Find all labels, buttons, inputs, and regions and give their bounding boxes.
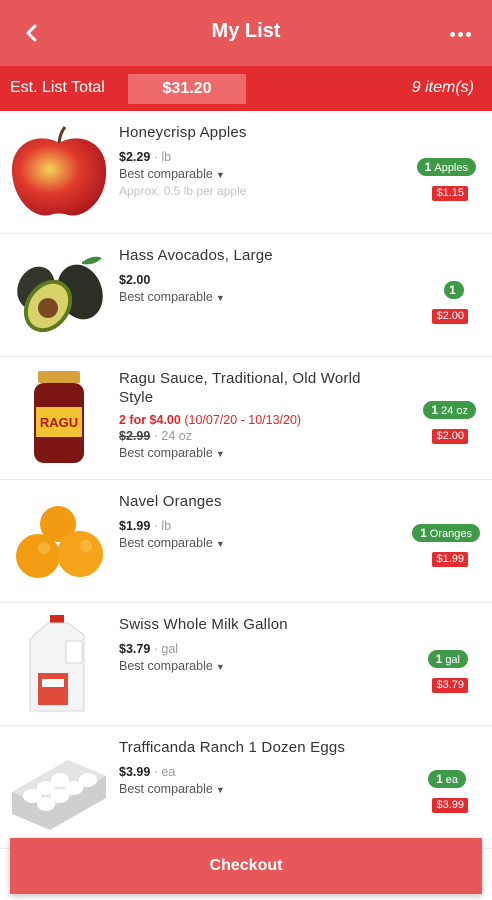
quantity-badge[interactable]: 1 gal (427, 650, 468, 668)
chevron-down-icon: ▼ (215, 539, 225, 549)
more-horizontal-icon (448, 24, 472, 42)
item-name: Navel Oranges (119, 493, 222, 510)
app-header: My List (0, 0, 492, 66)
chevron-down-icon: ▼ (215, 293, 225, 303)
item-price: $1.99 (119, 519, 151, 533)
est-total-value: $31.20 (128, 74, 246, 104)
est-total-label: Est. List Total (10, 79, 105, 96)
checkout-button[interactable]: Checkout (10, 838, 482, 894)
sale-dates: (10/07/20 - 10/13/20) (184, 413, 302, 427)
eggs-carton-image (12, 760, 106, 830)
regular-price: $2.99 (119, 429, 151, 443)
list-item[interactable]: Swiss Whole Milk Gallon $3.79 · gal Best… (0, 603, 492, 726)
milk-jug-image (29, 615, 85, 712)
chevron-down-icon: ▼ (215, 785, 225, 795)
item-price: $2.00 (119, 273, 151, 287)
item-unit: lb (161, 519, 172, 533)
item-name: Hass Avocados, Large (119, 247, 273, 264)
line-total: $2.00 (432, 309, 468, 324)
orange-image (16, 506, 103, 578)
comparable-dropdown[interactable]: Best comparable ▼ (119, 782, 381, 796)
item-name-line2: Style (119, 389, 154, 406)
comparable-dropdown[interactable]: Best comparable ▼ (119, 659, 381, 673)
apple-image (11, 126, 107, 216)
line-total: $1.15 (432, 186, 468, 201)
list-item[interactable]: Hass Avocados, Large $2.00 Best comparab… (0, 234, 492, 357)
shopping-list: Honeycrisp Apples $2.29 · lb Best compar… (0, 111, 492, 849)
item-name: Trafficanda Ranch 1 Dozen Eggs (119, 739, 346, 756)
item-unit: ea (161, 765, 176, 779)
item-price: $3.79 (119, 642, 151, 656)
item-name: Swiss Whole Milk Gallon (119, 616, 288, 633)
quantity-badge[interactable]: 1 Apples (416, 158, 476, 176)
page-title: My List (211, 20, 281, 42)
comparable-dropdown[interactable]: Best comparable ▼ (119, 167, 381, 181)
item-count: 9 item(s) (411, 79, 474, 96)
item-approx-note: Approx. 0.5 lb per apple (119, 184, 247, 198)
line-total: $3.99 (432, 798, 468, 813)
list-item[interactable]: Honeycrisp Apples $2.29 · lb Best compar… (0, 111, 492, 234)
quantity-badge[interactable]: 1 (444, 281, 464, 299)
list-summary-bar: Est. List Total $31.20 9 item(s) (0, 66, 492, 111)
comparable-dropdown[interactable]: Best comparable ▼ (119, 536, 381, 550)
item-unit: 24 oz (161, 429, 192, 443)
chevron-down-icon: ▼ (215, 662, 225, 672)
item-unit: lb (161, 150, 172, 164)
sauce-jar-image: RAGU (34, 371, 84, 463)
item-price: $3.99 (119, 765, 151, 779)
comparable-dropdown[interactable]: Best comparable ▼ (119, 446, 381, 460)
chevron-down-icon: ▼ (215, 449, 225, 459)
line-total: $3.79 (432, 678, 468, 693)
more-options-button[interactable] (442, 18, 478, 48)
item-name-line1: Ragu Sauce, Traditional, Old World (119, 370, 361, 387)
list-item[interactable]: RAGU Ragu Sauce, Traditional, Old World … (0, 357, 492, 480)
list-item[interactable]: Navel Oranges $1.99 · lb Best comparable… (0, 480, 492, 603)
sale-price: 2 for $4.00 (119, 413, 181, 427)
item-unit: gal (161, 642, 179, 656)
comparable-dropdown[interactable]: Best comparable ▼ (119, 290, 381, 304)
list-item[interactable]: Trafficanda Ranch 1 Dozen Eggs $3.99 · e… (0, 726, 492, 849)
line-total: $2.00 (432, 429, 468, 444)
avocado-image (17, 256, 103, 333)
quantity-badge[interactable]: 1 Oranges (412, 524, 480, 542)
item-price: $2.29 (119, 150, 151, 164)
chevron-down-icon: ▼ (215, 170, 225, 180)
ragu-logo-text: RAGU (40, 415, 78, 430)
quantity-badge[interactable]: 1 24 oz (423, 401, 476, 419)
item-name: Honeycrisp Apples (119, 124, 247, 141)
line-total: $1.99 (432, 552, 468, 567)
quantity-badge[interactable]: 1 ea (428, 770, 466, 788)
